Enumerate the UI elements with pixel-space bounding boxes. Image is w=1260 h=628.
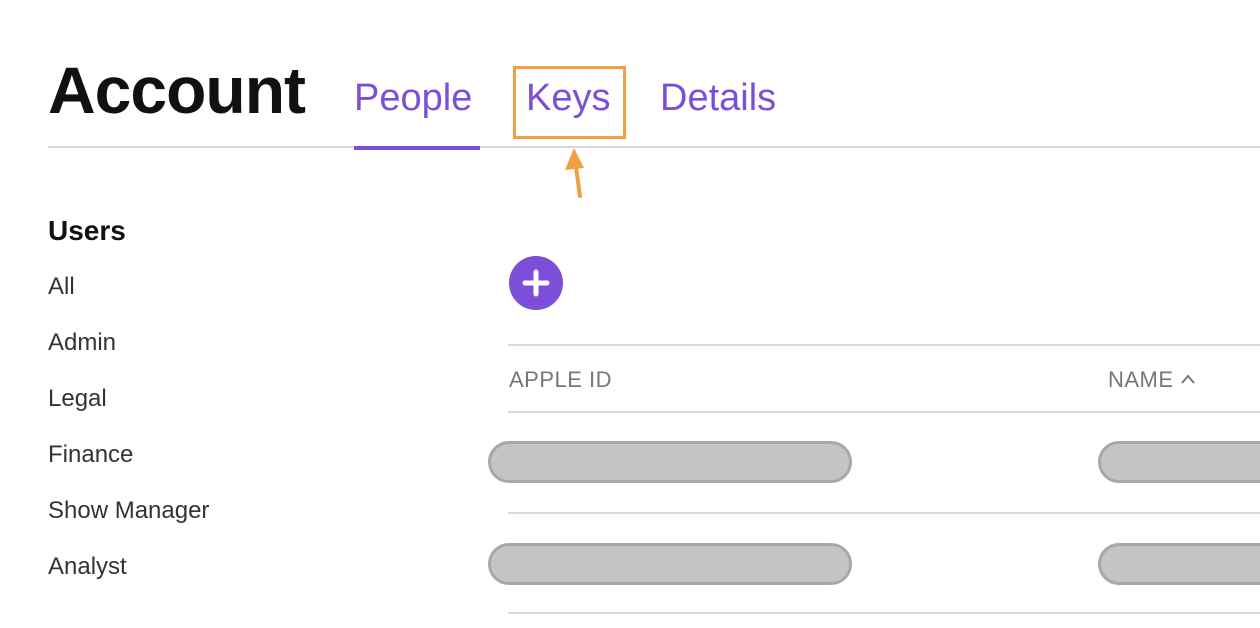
table-row-divider xyxy=(508,612,1260,614)
column-header-name[interactable]: NAME xyxy=(1108,366,1196,394)
sidebar-item-show-manager[interactable]: Show Manager xyxy=(48,496,209,526)
arrow-up-icon xyxy=(556,146,596,207)
table-top-divider xyxy=(508,344,1260,346)
sidebar-heading: Users xyxy=(48,215,126,246)
table-header-divider xyxy=(508,411,1260,413)
redacted-apple-id xyxy=(488,543,852,585)
sidebar-item-legal[interactable]: Legal xyxy=(48,384,107,414)
table-row-divider xyxy=(508,512,1260,514)
tab-people[interactable]: People xyxy=(354,72,472,124)
redacted-apple-id xyxy=(488,441,852,483)
plus-icon xyxy=(522,269,550,297)
sidebar-item-admin[interactable]: Admin xyxy=(48,328,116,358)
account-page: Account People Keys Details Users All Ad… xyxy=(0,0,1260,628)
header-divider xyxy=(48,146,1260,148)
page-title: Account xyxy=(48,53,306,127)
chevron-up-icon xyxy=(1180,374,1195,384)
redacted-name xyxy=(1098,543,1260,585)
tab-keys[interactable]: Keys xyxy=(526,72,610,124)
active-tab-indicator xyxy=(354,146,480,150)
column-header-apple-id[interactable]: APPLE ID xyxy=(509,366,612,394)
sidebar-item-analyst[interactable]: Analyst xyxy=(48,552,127,582)
add-user-button[interactable] xyxy=(509,256,563,310)
sidebar-item-finance[interactable]: Finance xyxy=(48,440,133,470)
redacted-name xyxy=(1098,441,1260,483)
tab-details[interactable]: Details xyxy=(660,72,776,124)
sidebar-item-all[interactable]: All xyxy=(48,272,75,302)
